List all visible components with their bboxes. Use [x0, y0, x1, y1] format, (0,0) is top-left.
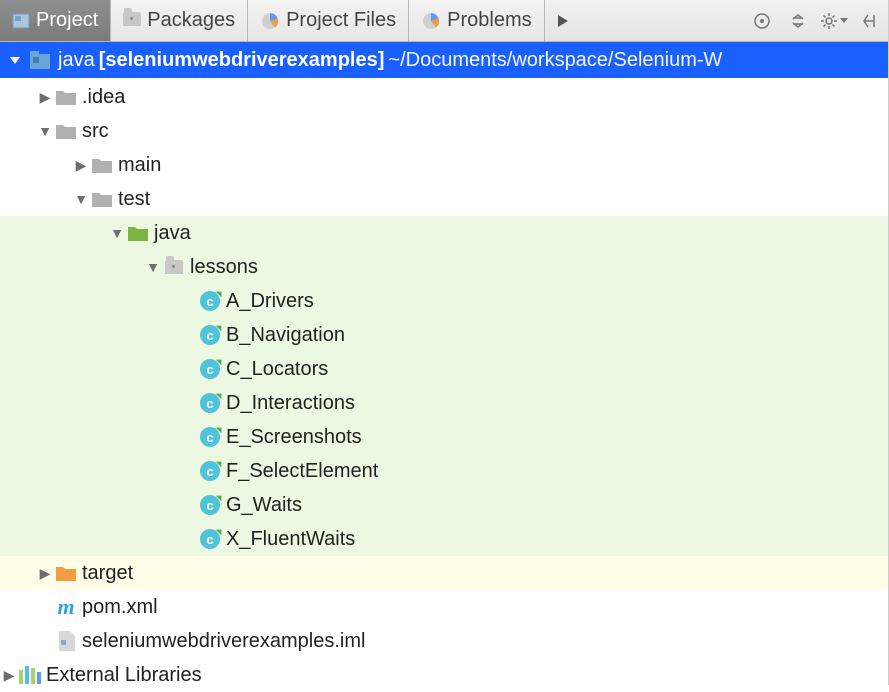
node-label: src	[82, 120, 109, 143]
node-label: seleniumwebdriverexamples.iml	[82, 630, 365, 653]
tree-node-lessons[interactable]: ▼ lessons	[0, 250, 888, 284]
node-label: B_Navigation	[226, 324, 345, 347]
folder-icon	[54, 89, 78, 105]
tree-node-test[interactable]: ▼ test	[0, 182, 888, 216]
project-root-name: java	[58, 49, 95, 72]
tree-node-target[interactable]: ▶ target	[0, 556, 888, 590]
node-label: target	[82, 562, 133, 585]
tree-node-idea[interactable]: ▶ .idea	[0, 80, 888, 114]
node-label: G_Waits	[226, 494, 302, 517]
tab-problems[interactable]: Problems	[409, 0, 544, 41]
project-icon	[12, 12, 30, 30]
tab-packages[interactable]: Packages	[111, 0, 248, 41]
node-label: A_Drivers	[226, 290, 314, 313]
disclosure-closed-icon: ▶	[36, 89, 54, 106]
test-folder-icon	[126, 225, 150, 241]
run-button[interactable]	[545, 0, 581, 41]
tree-node-class[interactable]: ▶ c D_Interactions	[0, 386, 888, 420]
folder-icon	[90, 191, 114, 207]
tree-node-java[interactable]: ▼ java	[0, 216, 888, 250]
package-icon	[162, 260, 186, 274]
project-tool-window-toolbar: Project Packages Project Files Problems	[0, 0, 888, 42]
module-icon	[30, 51, 50, 69]
node-label: test	[118, 188, 150, 211]
tab-project-files[interactable]: Project Files	[248, 0, 409, 41]
class-icon: c	[198, 427, 222, 447]
class-icon: c	[198, 461, 222, 481]
disclosure-open-icon: ▼	[72, 191, 90, 207]
tab-label: Packages	[147, 9, 235, 32]
project-root-path: ~/Documents/workspace/Selenium-W	[388, 49, 722, 72]
class-icon: c	[198, 393, 222, 413]
disclosure-closed-icon: ▶	[0, 667, 18, 684]
tree-node-class[interactable]: ▶ c C_Locators	[0, 352, 888, 386]
disclosure-open-icon: ▼	[108, 225, 126, 241]
tab-label: Problems	[447, 9, 531, 32]
disclosure-open-icon: ▼	[36, 123, 54, 139]
tab-label: Project	[36, 9, 98, 32]
folder-icon	[90, 157, 114, 173]
node-label: External Libraries	[46, 664, 202, 687]
hide-button[interactable]	[852, 0, 888, 41]
project-root-row[interactable]: java [seleniumwebdriverexamples] ~/Docum…	[0, 42, 888, 78]
class-icon: c	[198, 359, 222, 379]
node-label: C_Locators	[226, 358, 328, 381]
class-icon: c	[198, 495, 222, 515]
project-module-name: [seleniumwebdriverexamples]	[99, 49, 385, 72]
pie-chart-icon	[421, 11, 441, 31]
tab-project[interactable]: Project	[0, 0, 111, 41]
tree-node-iml[interactable]: ▶ seleniumwebdriverexamples.iml	[0, 624, 888, 658]
node-label: pom.xml	[82, 596, 158, 619]
disclosure-closed-icon: ▶	[72, 157, 90, 174]
libraries-icon	[18, 666, 42, 684]
node-label: java	[154, 222, 191, 245]
excluded-folder-icon	[54, 565, 78, 581]
tree-node-external-libraries[interactable]: ▶ External Libraries	[0, 658, 888, 692]
settings-button[interactable]	[816, 0, 852, 41]
tree-node-class[interactable]: ▶ c G_Waits	[0, 488, 888, 522]
node-label: lessons	[190, 256, 258, 279]
collapse-all-button[interactable]	[780, 0, 816, 41]
tree-node-class[interactable]: ▶ c X_FluentWaits	[0, 522, 888, 556]
tree-node-main[interactable]: ▶ main	[0, 148, 888, 182]
node-label: D_Interactions	[226, 392, 355, 415]
scroll-from-source-button[interactable]	[744, 0, 780, 41]
node-label: F_SelectElement	[226, 460, 378, 483]
tree-node-pom[interactable]: ▶ m pom.xml	[0, 590, 888, 624]
node-label: X_FluentWaits	[226, 528, 355, 551]
project-tree: ▶ .idea ▼ src ▶ main ▼ test ▼ java ▼ les…	[0, 78, 888, 692]
tree-node-class[interactable]: ▶ c A_Drivers	[0, 284, 888, 318]
tree-node-class[interactable]: ▶ c E_Screenshots	[0, 420, 888, 454]
iml-file-icon	[54, 631, 78, 651]
disclosure-open-icon: ▼	[144, 259, 162, 275]
disclosure-open-icon	[6, 54, 24, 66]
maven-icon: m	[54, 594, 78, 620]
tree-node-class[interactable]: ▶ c F_SelectElement	[0, 454, 888, 488]
tree-node-src[interactable]: ▼ src	[0, 114, 888, 148]
pie-chart-icon	[260, 11, 280, 31]
tree-node-class[interactable]: ▶ c B_Navigation	[0, 318, 888, 352]
node-label: .idea	[82, 86, 125, 109]
node-label: E_Screenshots	[226, 426, 362, 449]
folder-icon	[54, 123, 78, 139]
tab-label: Project Files	[286, 9, 396, 32]
class-icon: c	[198, 325, 222, 345]
class-icon: c	[198, 529, 222, 549]
node-label: main	[118, 154, 161, 177]
disclosure-closed-icon: ▶	[36, 565, 54, 582]
class-icon: c	[198, 291, 222, 311]
package-icon	[123, 9, 141, 32]
